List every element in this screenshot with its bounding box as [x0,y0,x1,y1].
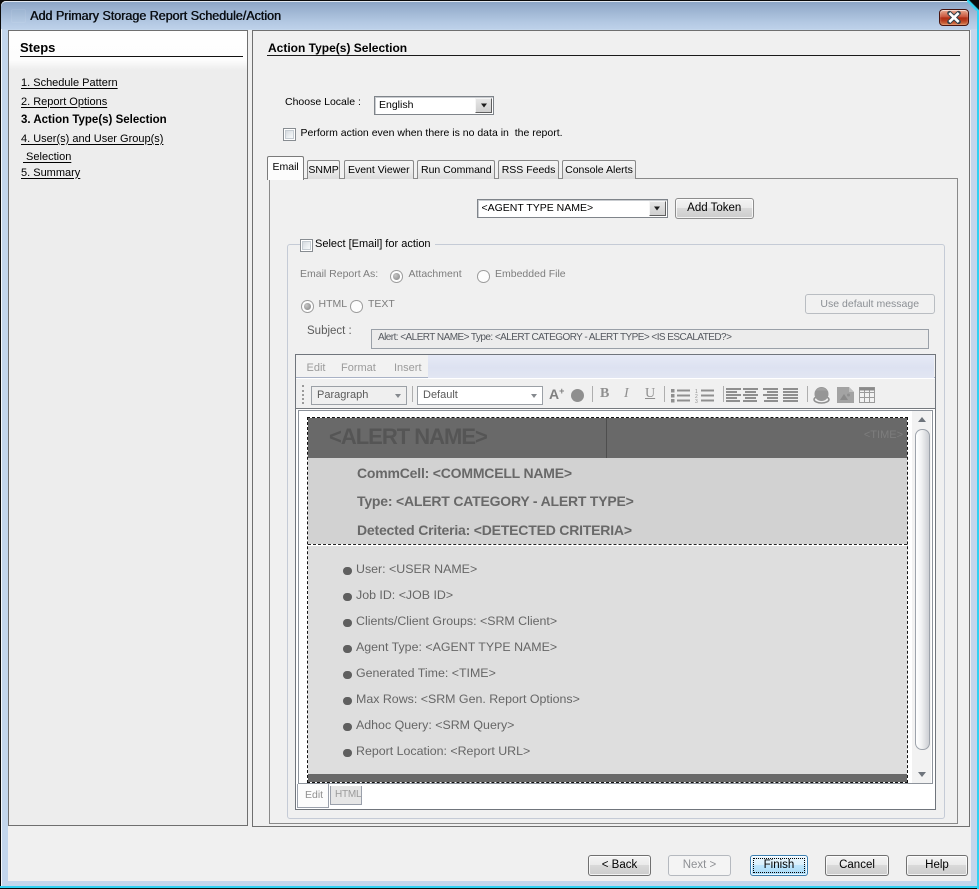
svg-text:3: 3 [695,399,698,403]
